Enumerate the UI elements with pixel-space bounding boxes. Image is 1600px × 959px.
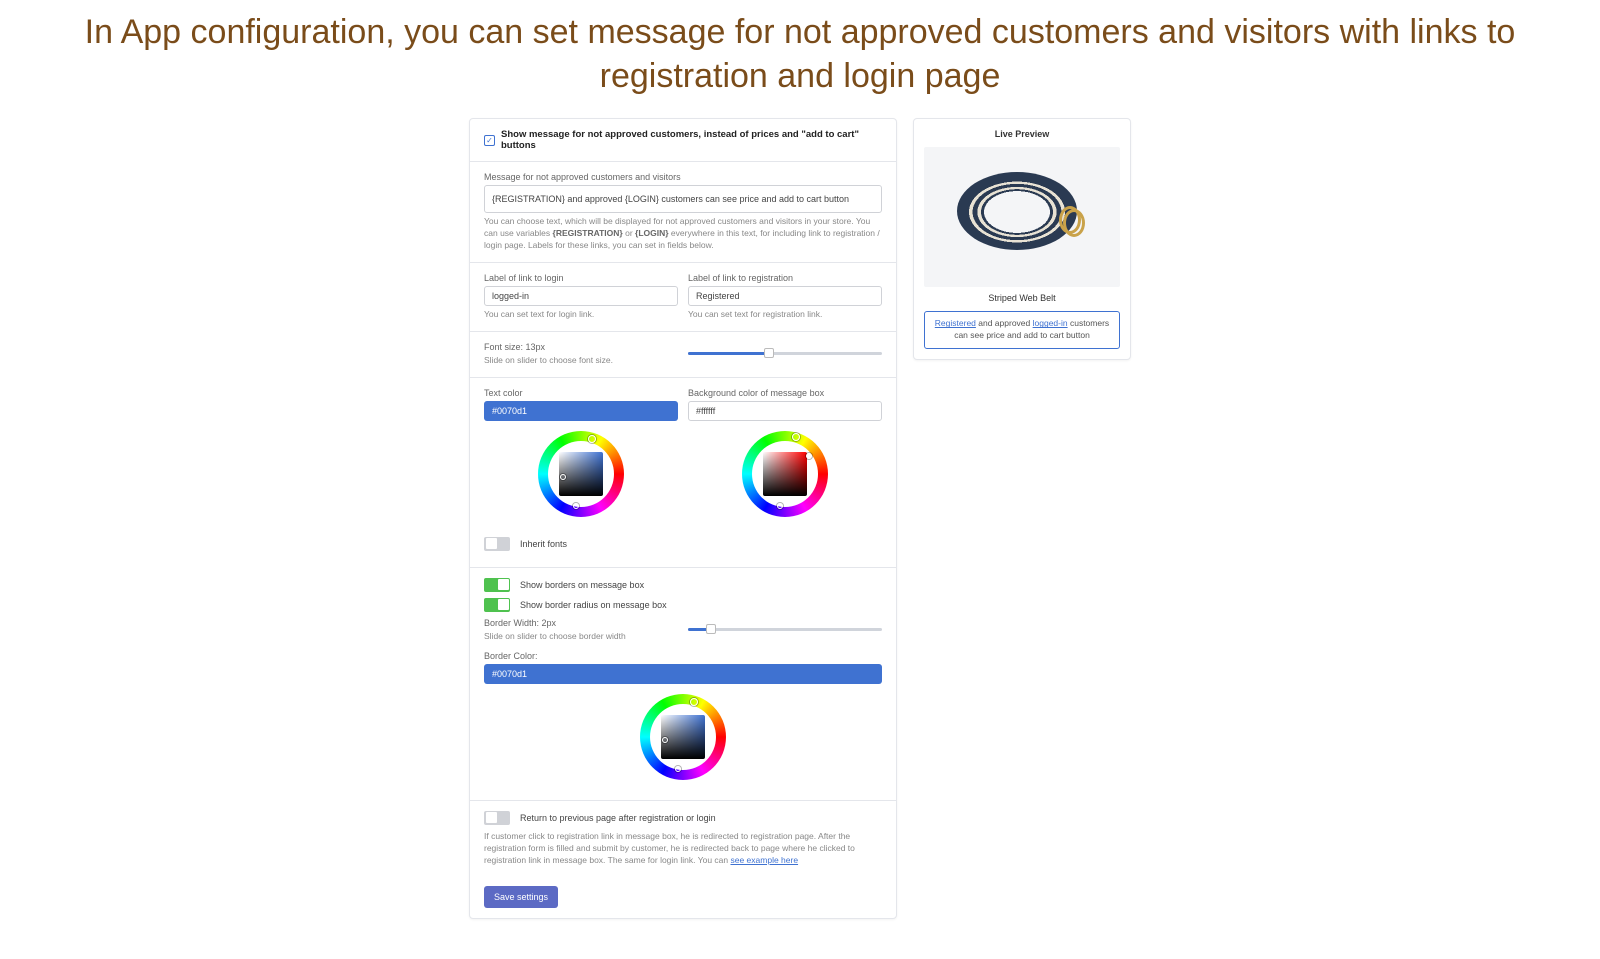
border-color-picker[interactable] [640,694,726,780]
border-color-label: Border Color: [484,651,882,661]
return-previous-label: Return to previous page after registrati… [520,813,716,823]
reg-label-help: You can set text for registration link. [688,309,882,321]
app-container: ✓ Show message for not approved customer… [0,98,1600,959]
save-settings-button[interactable]: Save settings [484,886,558,908]
page-title: In App configuration, you can set messag… [0,0,1600,98]
reg-label-field-label: Label of link to registration [688,273,882,283]
text-color-label: Text color [484,388,678,398]
border-color-input[interactable] [484,664,882,684]
border-width-help: Slide on slider to choose border width [484,631,678,643]
preview-registered-link[interactable]: Registered [935,318,976,328]
live-preview-title: Live Preview [924,129,1120,139]
inherit-fonts-toggle[interactable] [484,537,510,551]
reg-label-input[interactable] [688,286,882,306]
bg-color-label: Background color of message box [688,388,882,398]
config-card: ✓ Show message for not approved customer… [469,118,897,919]
show-radius-label: Show border radius on message box [520,600,667,610]
text-color-input[interactable] [484,401,678,421]
bg-color-input[interactable] [688,401,882,421]
border-width-label: Border Width: 2px [484,618,678,628]
product-image [924,147,1120,287]
bg-color-picker[interactable] [742,431,828,517]
font-size-slider[interactable] [688,352,882,355]
inherit-fonts-label: Inherit fonts [520,539,567,549]
text-color-picker[interactable] [538,431,624,517]
show-radius-toggle[interactable] [484,598,510,612]
login-label-field-label: Label of link to login [484,273,678,283]
slider-thumb[interactable] [706,624,716,634]
see-example-link[interactable]: see example here [730,855,798,865]
border-width-slider[interactable] [688,628,882,631]
return-previous-help: If customer click to registration link i… [484,831,882,867]
login-label-help: You can set text for login link. [484,309,678,321]
show-borders-toggle[interactable] [484,578,510,592]
preview-login-link[interactable]: logged-in [1033,318,1068,328]
show-borders-label: Show borders on message box [520,580,644,590]
show-message-label: Show message for not approved customers,… [501,129,882,151]
return-previous-toggle[interactable] [484,811,510,825]
message-help: You can choose text, which will be displ… [484,216,882,252]
preview-message-box: Registered and approved logged-in custom… [924,311,1120,349]
login-label-input[interactable] [484,286,678,306]
product-name: Striped Web Belt [924,293,1120,303]
live-preview-card: Live Preview Striped Web Belt Registered… [913,118,1131,360]
message-input[interactable] [484,185,882,213]
font-size-label: Font size: 13px [484,342,678,352]
show-message-checkbox[interactable]: ✓ [484,135,495,146]
message-field-label: Message for not approved customers and v… [484,172,882,182]
slider-thumb[interactable] [764,348,774,358]
font-size-help: Slide on slider to choose font size. [484,355,678,367]
